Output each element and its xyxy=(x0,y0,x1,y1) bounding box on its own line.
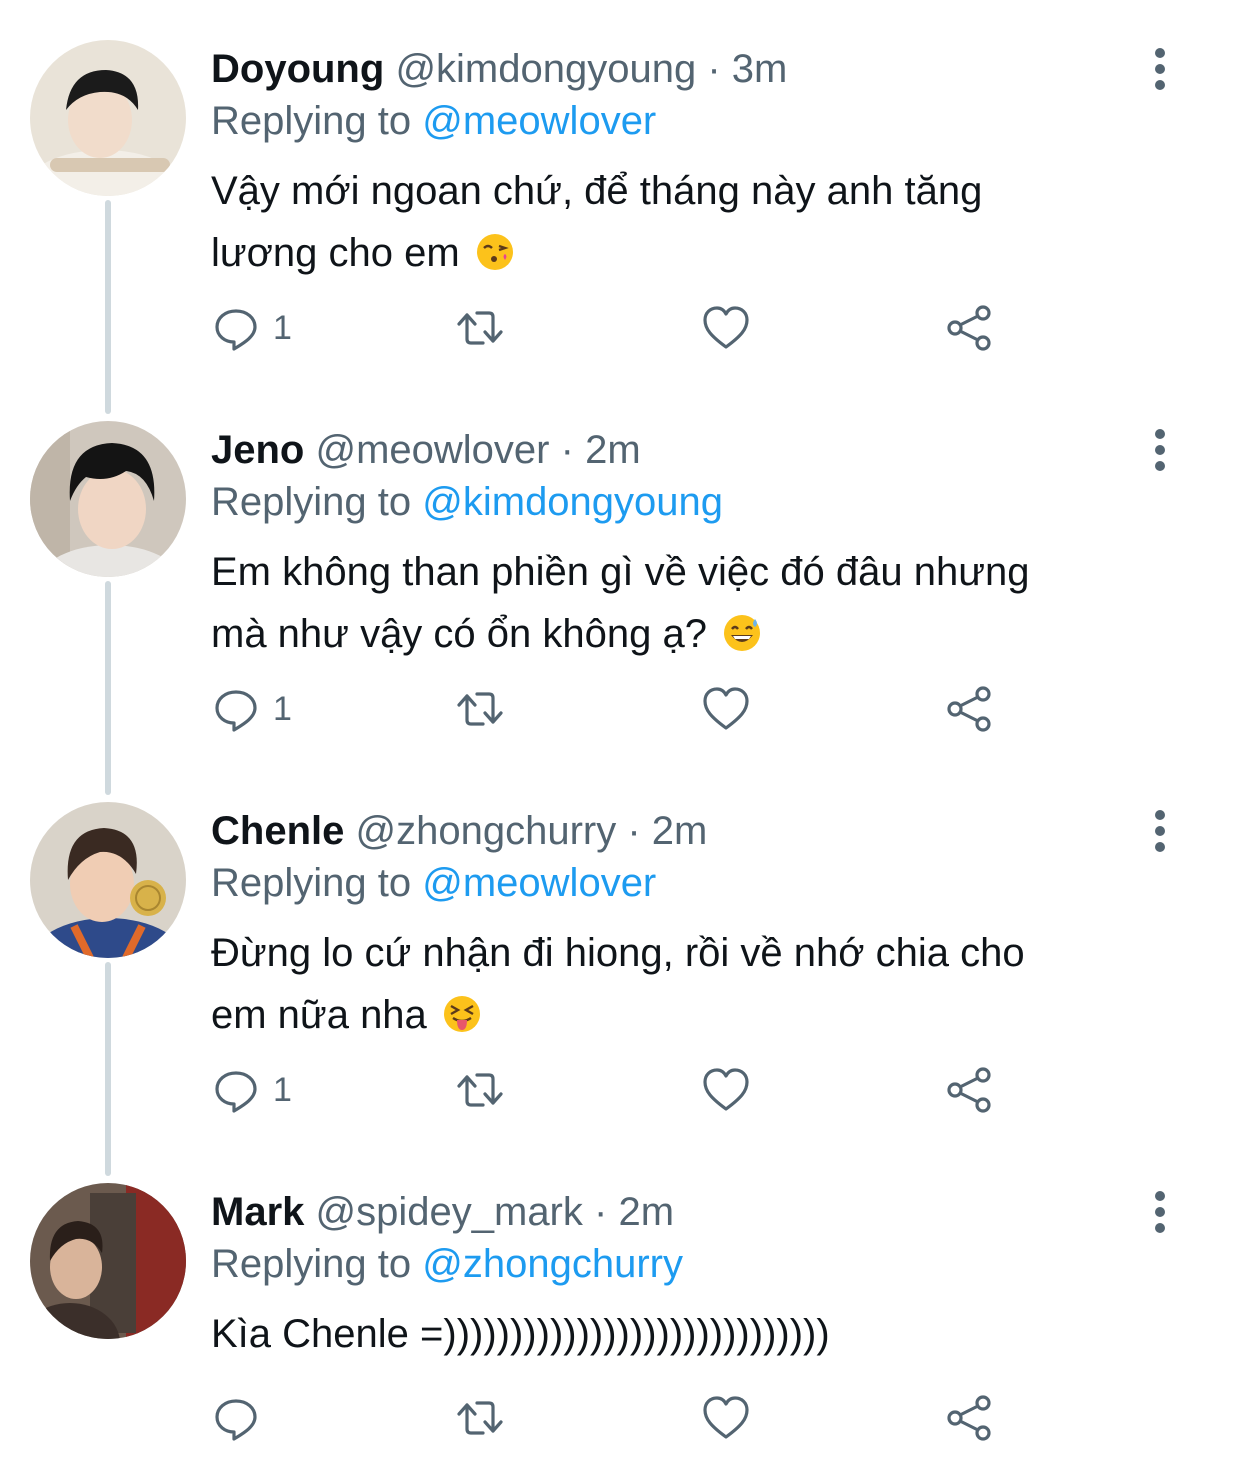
share-button[interactable] xyxy=(945,298,995,358)
retweet-button[interactable] xyxy=(455,1388,505,1448)
reply-button[interactable] xyxy=(211,1388,273,1448)
avatar[interactable] xyxy=(30,40,186,196)
user-handle[interactable]: @spidey_mark xyxy=(316,1190,583,1234)
user-handle[interactable]: @kimdongyoung xyxy=(395,47,696,91)
display-name[interactable]: Chenle xyxy=(211,809,344,853)
reply-button[interactable]: 1 xyxy=(211,679,292,739)
like-button[interactable] xyxy=(701,1388,751,1448)
tweet-header: Doyoung @kimdongyoung · 3m xyxy=(211,43,787,95)
user-handle[interactable]: @meowlover xyxy=(315,428,549,472)
share-icon xyxy=(947,1395,991,1441)
retweet-icon xyxy=(457,1073,503,1107)
tweet-text: Vậy mới ngoan chứ, để tháng này anh tăng… xyxy=(211,160,1171,284)
tweet[interactable]: Jeno @meowlover · 2m Replying to @kimdon… xyxy=(0,421,1242,802)
more-icon[interactable] xyxy=(1140,810,1180,854)
retweet-icon xyxy=(457,692,503,726)
like-icon xyxy=(703,687,749,730)
tweet-text-line: Em không than phiền gì về việc đó đâu nh… xyxy=(211,550,1030,594)
more-icon[interactable] xyxy=(1140,429,1180,473)
tweet-text-line: Đừng lo cứ nhận đi hiong, rồi về nhớ chi… xyxy=(211,931,1025,975)
reply-icon xyxy=(215,1071,257,1113)
tweet-header: Mark @spidey_mark · 2m xyxy=(211,1186,674,1238)
display-name[interactable]: Jeno xyxy=(211,428,304,472)
replying-to: Replying to @zhongchurry xyxy=(211,1238,683,1290)
separator-dot: · xyxy=(627,809,641,853)
mention-link[interactable]: @meowlover xyxy=(422,861,656,905)
tweet[interactable]: Mark @spidey_mark · 2m Replying to @zhon… xyxy=(0,1183,1242,1466)
face-blowing-kiss-icon xyxy=(476,234,513,270)
avatar[interactable] xyxy=(30,421,186,577)
replying-label: Replying to xyxy=(211,1242,412,1286)
reply-count: 1 xyxy=(273,1070,292,1109)
reply-button[interactable]: 1 xyxy=(211,298,292,358)
tweet-text: Đừng lo cứ nhận đi hiong, rồi về nhớ chi… xyxy=(211,922,1171,1046)
more-icon[interactable] xyxy=(1140,48,1180,92)
replying-label: Replying to xyxy=(211,861,412,905)
separator-dot: · xyxy=(594,1190,608,1234)
like-button[interactable] xyxy=(701,1060,751,1120)
share-icon xyxy=(947,686,991,732)
like-icon xyxy=(703,1068,749,1111)
timestamp[interactable]: 2m xyxy=(652,809,708,853)
timestamp[interactable]: 2m xyxy=(618,1190,674,1234)
share-button[interactable] xyxy=(945,679,995,739)
like-button[interactable] xyxy=(701,298,751,358)
retweet-button[interactable] xyxy=(455,298,505,358)
tweet-header: Jeno @meowlover · 2m xyxy=(211,424,641,476)
replying-to: Replying to @kimdongyoung xyxy=(211,476,723,528)
replying-to: Replying to @meowlover xyxy=(211,857,656,909)
tweet[interactable]: Doyoung @kimdongyoung · 3m Replying to @… xyxy=(0,40,1242,421)
replying-to: Replying to @meowlover xyxy=(211,95,656,147)
user-handle[interactable]: @zhongchurry xyxy=(355,809,616,853)
grinning-face-with-sweat-icon xyxy=(724,615,761,651)
tweet-text-line: Kìa Chenle =))))))))))))))))))))))))))))… xyxy=(211,1312,830,1356)
tweet-text-line: lương cho em xyxy=(211,231,460,275)
tweet-text-line: Vậy mới ngoan chứ, để tháng này anh tăng xyxy=(211,169,983,213)
mention-link[interactable]: @zhongchurry xyxy=(422,1242,683,1286)
display-name[interactable]: Doyoung xyxy=(211,47,384,91)
retweet-icon xyxy=(457,1401,503,1435)
tweet-text-line: em nữa nha xyxy=(211,993,427,1037)
reply-count: 1 xyxy=(273,308,292,347)
tweet-text: Kìa Chenle =))))))))))))))))))))))))))))… xyxy=(211,1303,1171,1365)
more-icon[interactable] xyxy=(1140,1191,1180,1235)
retweet-button[interactable] xyxy=(455,679,505,739)
avatar[interactable] xyxy=(30,802,186,958)
retweet-button[interactable] xyxy=(455,1060,505,1120)
mention-link[interactable]: @meowlover xyxy=(422,99,656,143)
squinting-face-with-tongue-icon xyxy=(443,996,480,1032)
mention-link[interactable]: @kimdongyoung xyxy=(422,480,723,524)
share-icon xyxy=(947,305,991,351)
action-bar: 1 xyxy=(211,679,1031,739)
replying-label: Replying to xyxy=(211,99,412,143)
like-button[interactable] xyxy=(701,679,751,739)
like-icon xyxy=(703,306,749,349)
action-bar: 1 xyxy=(211,1060,1031,1120)
share-button[interactable] xyxy=(945,1388,995,1448)
reply-icon xyxy=(215,309,257,351)
separator-dot: · xyxy=(560,428,574,472)
separator-dot: · xyxy=(707,47,721,91)
avatar[interactable] xyxy=(30,1183,186,1339)
reply-icon xyxy=(215,690,257,732)
tweet-header: Chenle @zhongchurry · 2m xyxy=(211,805,707,857)
action-bar: 1 xyxy=(211,298,1031,358)
retweet-icon xyxy=(457,311,503,345)
share-button[interactable] xyxy=(945,1060,995,1120)
like-icon xyxy=(703,1396,749,1439)
reply-button[interactable]: 1 xyxy=(211,1060,292,1120)
replying-label: Replying to xyxy=(211,480,412,524)
tweet[interactable]: Chenle @zhongchurry · 2m Replying to @me… xyxy=(0,802,1242,1183)
action-bar xyxy=(211,1388,1031,1448)
timestamp[interactable]: 3m xyxy=(732,47,788,91)
reply-count: 1 xyxy=(273,689,292,728)
tweet-text-line: mà như vậy có ổn không ạ? xyxy=(211,612,707,656)
reply-icon xyxy=(215,1399,257,1441)
display-name[interactable]: Mark xyxy=(211,1190,304,1234)
tweet-text: Em không than phiền gì về việc đó đâu nh… xyxy=(211,541,1171,665)
share-icon xyxy=(947,1067,991,1113)
timestamp[interactable]: 2m xyxy=(585,428,641,472)
